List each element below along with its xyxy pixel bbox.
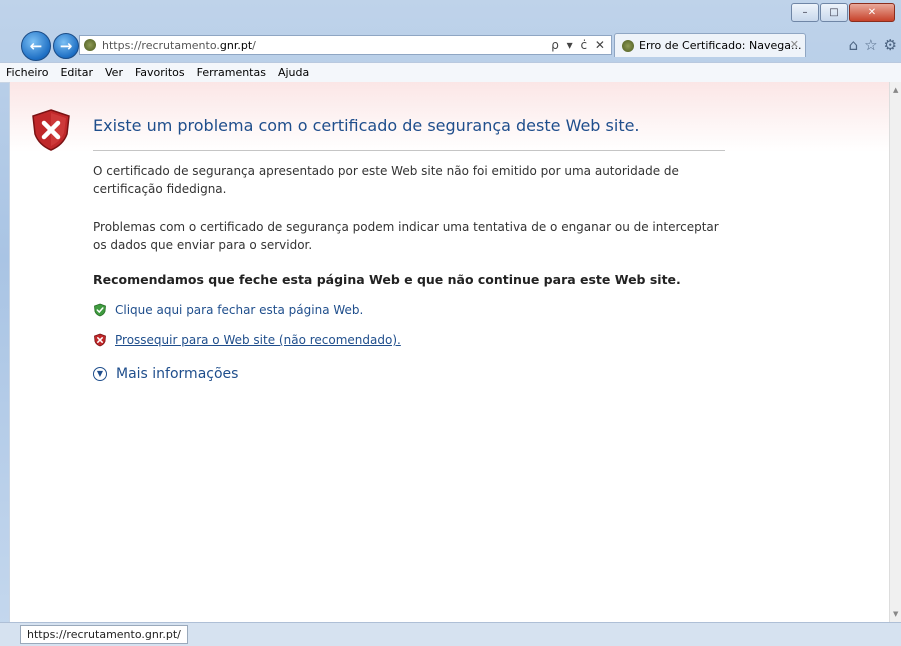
menu-ficheiro[interactable]: Ficheiro xyxy=(0,66,54,79)
menu-favoritos[interactable]: Favoritos xyxy=(129,66,191,79)
status-bar: https://recrutamento.gnr.pt/ xyxy=(0,622,901,646)
vertical-scrollbar[interactable]: ▲ ▼ xyxy=(889,82,901,622)
tab-favicon-icon xyxy=(622,40,634,52)
red-shield-small-icon xyxy=(94,333,106,347)
home-icon[interactable]: ⌂ xyxy=(849,36,859,54)
address-url[interactable]: https://recrutamento.gnr.pt/ xyxy=(102,39,256,52)
url-prefix: https://recrutamento. xyxy=(102,39,220,52)
more-info-label[interactable]: Mais informações xyxy=(116,366,238,382)
url-suffix: / xyxy=(252,39,256,52)
back-button[interactable]: ← xyxy=(21,31,51,61)
tab-close-icon[interactable]: ✕ xyxy=(790,38,799,51)
favorites-star-icon[interactable]: ☆ xyxy=(864,36,877,54)
address-bar[interactable]: https://recrutamento.gnr.pt/ ρ ▾ ċ ✕ xyxy=(79,35,612,55)
continue-link-label[interactable]: Prossequir para o Web site (não recomend… xyxy=(115,333,401,347)
menu-ajuda[interactable]: Ajuda xyxy=(272,66,315,79)
menu-editar[interactable]: Editar xyxy=(54,66,99,79)
risk-explanation-text: Problemas com o certificado de segurança… xyxy=(93,220,719,252)
menu-ver[interactable]: Ver xyxy=(99,66,129,79)
title-bar: – □ ✕ xyxy=(0,0,901,30)
navigation-bar: ← → https://recrutamento.gnr.pt/ ρ ▾ ċ ✕… xyxy=(0,27,901,61)
divider xyxy=(93,150,725,151)
tab-certificate-error[interactable]: Erro de Certificado: Navega... ✕ xyxy=(614,33,806,57)
chevron-down-circle-icon[interactable]: ▼ xyxy=(93,367,107,381)
green-shield-check-icon xyxy=(94,303,106,317)
toolbar-icons: ⌂ ☆ ⚙ xyxy=(849,36,897,54)
close-window-button[interactable]: ✕ xyxy=(849,3,895,22)
forward-button[interactable]: → xyxy=(53,33,79,59)
window-controls: – □ ✕ xyxy=(790,3,895,22)
page-title: Existe um problema com o certificado de … xyxy=(93,116,640,135)
menu-ferramentas[interactable]: Ferramentas xyxy=(191,66,272,79)
scroll-up-icon[interactable]: ▲ xyxy=(893,86,898,94)
red-shield-x-icon xyxy=(32,109,70,151)
close-page-link-label[interactable]: Clique aqui para fechar esta página Web. xyxy=(115,303,363,317)
url-domain: gnr.pt xyxy=(219,39,253,52)
menu-bar: Ficheiro Editar Ver Favoritos Ferramenta… xyxy=(0,62,901,83)
tab-title: Erro de Certificado: Navega... xyxy=(639,39,802,52)
scroll-down-icon[interactable]: ▼ xyxy=(893,610,898,618)
minimize-button[interactable]: – xyxy=(791,3,819,22)
continue-to-site-link[interactable]: Prossequir para o Web site (não recomend… xyxy=(93,333,401,347)
more-info-toggle[interactable]: ▼ Mais informações xyxy=(93,366,238,382)
certificate-explanation-text: O certificado de segurança apresentado p… xyxy=(93,164,679,196)
address-tools[interactable]: ρ ▾ ċ ✕ xyxy=(551,38,607,52)
status-url: https://recrutamento.gnr.pt/ xyxy=(20,625,188,644)
close-page-link[interactable]: Clique aqui para fechar esta página Web. xyxy=(93,303,363,317)
recommendation-text: Recomendamos que feche esta página Web e… xyxy=(93,272,681,287)
site-favicon-icon xyxy=(84,39,96,51)
tools-gear-icon[interactable]: ⚙ xyxy=(884,36,897,54)
maximize-button[interactable]: □ xyxy=(820,3,848,22)
browser-window: – □ ✕ ← → https://recrutamento.gnr.pt/ ρ… xyxy=(0,0,901,646)
